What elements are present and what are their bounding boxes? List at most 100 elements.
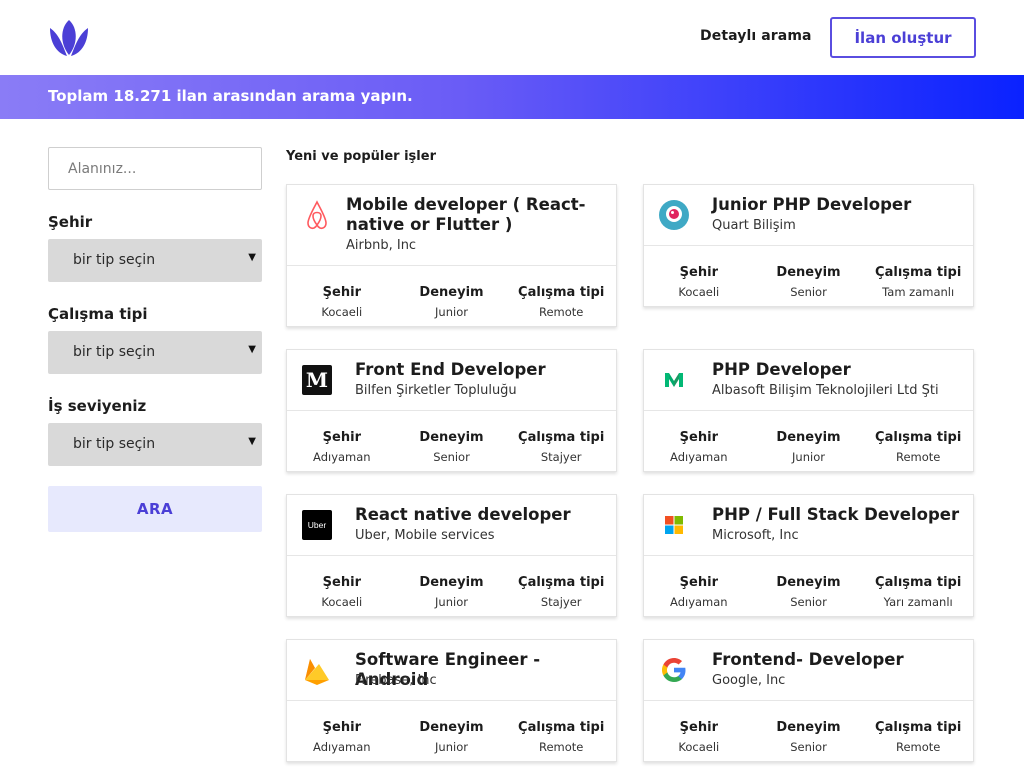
caret-down-icon: ▼ bbox=[248, 252, 256, 263]
work-type-select-value: bir tip seçin bbox=[73, 344, 156, 360]
experience-value: Senior bbox=[790, 285, 827, 299]
job-card[interactable]: M Front End Developer Bilfen Şirketler T… bbox=[286, 349, 617, 472]
experience-value: Junior bbox=[435, 595, 468, 609]
city-select-value: bir tip seçin bbox=[73, 252, 156, 268]
company-name: Albasoft Bilişim Teknolojileri Ltd Şti bbox=[712, 383, 939, 398]
microsoft-icon bbox=[659, 510, 689, 540]
work-type-label: Çalışma tipi bbox=[875, 575, 962, 590]
job-card[interactable]: Uber React native developer Uber, Mobile… bbox=[286, 494, 617, 617]
work-type-value: Remote bbox=[895, 740, 941, 754]
firebase-icon bbox=[302, 655, 332, 685]
job-card[interactable]: Frontend- Developer Google, Inc Şehir Koc… bbox=[643, 639, 974, 762]
caret-down-icon: ▼ bbox=[248, 436, 256, 447]
job-card[interactable]: Mobile developer ( React-native or Flutt… bbox=[286, 184, 617, 327]
company-name: Google, Inc bbox=[712, 673, 786, 688]
experience-label: Deneyim bbox=[419, 430, 484, 445]
job-card[interactable]: Junior PHP Developer Quart Bilişim Şehir… bbox=[643, 184, 974, 307]
work-type-select[interactable]: bir tip seçin ▼ bbox=[48, 331, 262, 374]
banner-text: Toplam 18.271 ilan arasından arama yapın… bbox=[48, 87, 413, 105]
company-name: Uber, Mobile services bbox=[355, 528, 495, 543]
company-name: Microsoft, Inc bbox=[712, 528, 799, 543]
experience-label: Deneyim bbox=[419, 720, 484, 735]
city-label: Şehir bbox=[322, 720, 361, 735]
medium-color-icon bbox=[659, 365, 689, 395]
header: Detaylı arama İlan oluştur bbox=[0, 0, 1024, 75]
level-filter-label: İş seviyeniz bbox=[48, 397, 147, 415]
work-type-value: Remote bbox=[538, 740, 584, 754]
city-label: Şehir bbox=[322, 430, 361, 445]
level-select-value: bir tip seçin bbox=[73, 436, 156, 452]
lotus-logo-icon[interactable] bbox=[48, 18, 90, 58]
job-title[interactable]: PHP / Full Stack Developer bbox=[712, 505, 959, 525]
city-label: Şehir bbox=[679, 575, 718, 590]
uber-icon: Uber bbox=[302, 510, 332, 540]
banner: Toplam 18.271 ilan arasından arama yapın… bbox=[0, 75, 1024, 119]
experience-value: Junior bbox=[435, 740, 468, 754]
search-button[interactable]: ARA bbox=[48, 486, 262, 532]
experience-label: Deneyim bbox=[776, 720, 841, 735]
city-label: Şehir bbox=[679, 265, 718, 280]
work-type-label: Çalışma tipi bbox=[518, 285, 605, 300]
city-label: Şehir bbox=[679, 430, 718, 445]
city-value: Adıyaman bbox=[313, 450, 371, 464]
work-type-value: Remote bbox=[538, 305, 584, 319]
experience-value: Junior bbox=[792, 450, 825, 464]
experience-label: Deneyim bbox=[419, 285, 484, 300]
city-value: Adıyaman bbox=[313, 740, 371, 754]
experience-label: Deneyim bbox=[776, 265, 841, 280]
experience-value: Junior bbox=[435, 305, 468, 319]
experience-label: Deneyim bbox=[419, 575, 484, 590]
work-type-label: Çalışma tipi bbox=[875, 720, 962, 735]
work-type-value: Remote bbox=[895, 450, 941, 464]
section-title: Yeni ve popüler işler bbox=[286, 149, 436, 164]
city-label: Şehir bbox=[322, 285, 361, 300]
airbnb-icon bbox=[302, 200, 332, 230]
work-type-filter-label: Çalışma tipi bbox=[48, 305, 148, 323]
experience-label: Deneyim bbox=[776, 575, 841, 590]
work-type-label: Çalışma tipi bbox=[875, 430, 962, 445]
company-name: Firebase, Inc bbox=[355, 673, 437, 688]
work-type-value: Yarı zamanlı bbox=[883, 595, 953, 609]
experience-value: Senior bbox=[790, 740, 827, 754]
work-type-label: Çalışma tipi bbox=[518, 720, 605, 735]
periscope-icon bbox=[659, 200, 689, 230]
job-title[interactable]: Frontend- Developer bbox=[712, 650, 904, 670]
detailed-search-link[interactable]: Detaylı arama bbox=[700, 28, 812, 44]
google-icon bbox=[659, 655, 689, 685]
job-card[interactable]: PHP / Full Stack Developer Microsoft, In… bbox=[643, 494, 974, 617]
create-listing-button[interactable]: İlan oluştur bbox=[830, 17, 976, 58]
job-title[interactable]: Front End Developer bbox=[355, 360, 546, 380]
work-type-value: Tam zamanlı bbox=[882, 285, 955, 299]
job-card[interactable]: Software Engineer - Android Firebase, In… bbox=[286, 639, 617, 762]
city-value: Kocaeli bbox=[321, 595, 363, 609]
work-type-value: Stajyer bbox=[540, 595, 582, 609]
city-label: Şehir bbox=[679, 720, 718, 735]
city-value: Kocaeli bbox=[678, 740, 720, 754]
city-value: Kocaeli bbox=[678, 285, 720, 299]
job-title[interactable]: Junior PHP Developer bbox=[712, 195, 911, 215]
job-card[interactable]: PHP Developer Albasoft Bilişim Teknoloji… bbox=[643, 349, 974, 472]
job-title[interactable]: React native developer bbox=[355, 505, 571, 525]
experience-label: Deneyim bbox=[776, 430, 841, 445]
work-type-label: Çalışma tipi bbox=[518, 430, 605, 445]
job-title[interactable]: Mobile developer ( React-native or Flutt… bbox=[346, 195, 606, 235]
experience-value: Senior bbox=[790, 595, 827, 609]
city-filter-label: Şehir bbox=[48, 213, 93, 231]
job-title[interactable]: PHP Developer bbox=[712, 360, 851, 380]
uber-icon-text: Uber bbox=[307, 520, 327, 530]
work-type-label: Çalışma tipi bbox=[875, 265, 962, 280]
experience-value: Senior bbox=[433, 450, 470, 464]
field-search-input[interactable] bbox=[48, 147, 262, 190]
city-value: Adıyaman bbox=[670, 450, 728, 464]
medium-icon: M bbox=[302, 365, 332, 395]
city-value: Adıyaman bbox=[670, 595, 728, 609]
company-name: Airbnb, Inc bbox=[346, 238, 417, 253]
work-type-value: Stajyer bbox=[540, 450, 582, 464]
level-select[interactable]: bir tip seçin ▼ bbox=[48, 423, 262, 466]
work-type-label: Çalışma tipi bbox=[518, 575, 605, 590]
company-name: Bilfen Şirketler Topluluğu bbox=[355, 383, 517, 398]
company-name: Quart Bilişim bbox=[712, 218, 796, 233]
city-value: Kocaeli bbox=[321, 305, 363, 319]
city-select[interactable]: bir tip seçin ▼ bbox=[48, 239, 262, 282]
city-label: Şehir bbox=[322, 575, 361, 590]
